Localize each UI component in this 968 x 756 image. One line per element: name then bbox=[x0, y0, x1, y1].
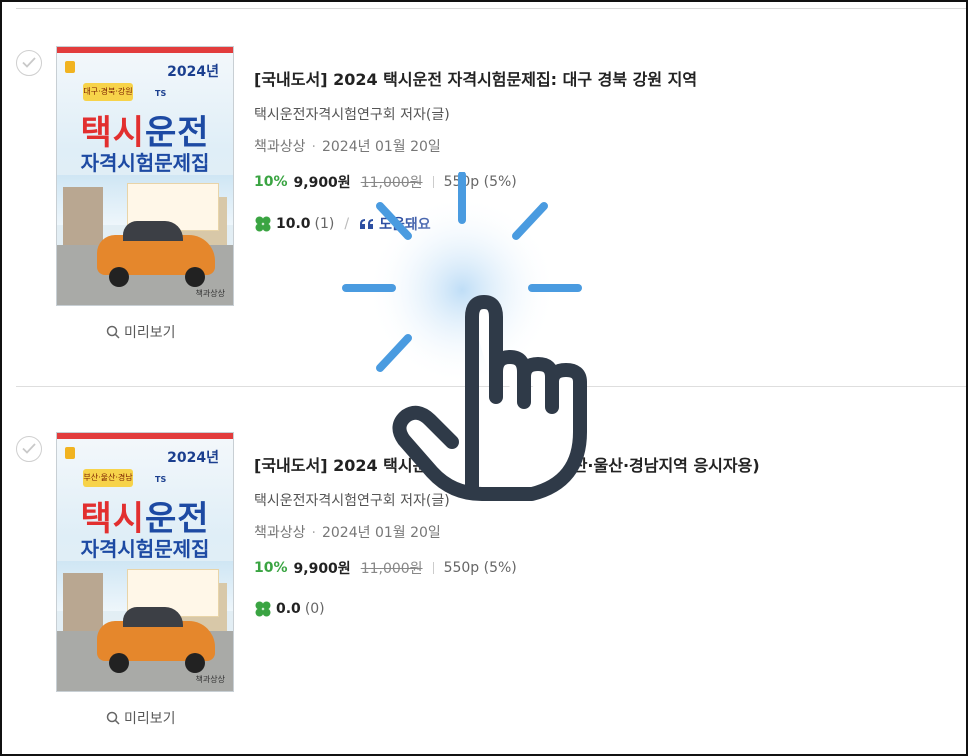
divider bbox=[432, 176, 434, 188]
publisher-name[interactable]: 책과상상 bbox=[254, 525, 306, 541]
preview-link[interactable]: 미리보기 bbox=[106, 708, 176, 728]
price-row: 10% 9,900원 11,000원 550p (5%) bbox=[254, 558, 946, 578]
cover-badge-icon bbox=[65, 447, 75, 459]
cover-publisher: 책과상상 bbox=[195, 289, 225, 298]
cover-region-tag: 부산·울산·경남 bbox=[83, 469, 133, 487]
publish-date: 2024년 01월 20일 bbox=[321, 139, 441, 155]
sale-price: 9,900원 bbox=[293, 561, 351, 577]
original-price: 11,000원 bbox=[360, 561, 423, 577]
divider bbox=[16, 386, 966, 387]
publisher-date: 책과상상 · 2024년 01월 20일 bbox=[254, 525, 441, 541]
publish-date: 2024년 01월 20일 bbox=[321, 525, 441, 541]
discount-rate: 10% bbox=[254, 174, 288, 190]
list-item: 2024년 부산·울산·경남 TS 택시운전 자격시험문제집 책과상상 미리보기… bbox=[2, 402, 966, 754]
rating-row: 10.0 (1) / 도움돼요 bbox=[254, 214, 946, 234]
cover-subtitle: 자격시험문제집 bbox=[80, 537, 210, 561]
list-item: 2024년 대구·경북·강원 TS 택시운전 자격시험문제집 책과상상 미리보기… bbox=[2, 16, 966, 386]
cover-brand: TS bbox=[155, 475, 167, 484]
check-icon bbox=[22, 57, 36, 68]
sale-price: 9,900원 bbox=[293, 175, 351, 191]
cover-stripe bbox=[57, 433, 233, 439]
book-cover[interactable]: 2024년 대구·경북·강원 TS 택시운전 자격시험문제집 책과상상 bbox=[56, 46, 234, 306]
book-title-link[interactable]: [국내도서] 2024 택시운전 자격시험문제집(부산·울산·경남지역 응시자용… bbox=[254, 452, 946, 476]
book-cover[interactable]: 2024년 부산·울산·경남 TS 택시운전 자격시험문제집 책과상상 bbox=[56, 432, 234, 692]
book-author[interactable]: 택시운전자격시험연구회 저자(글) bbox=[254, 104, 946, 124]
cover-publisher: 책과상상 bbox=[195, 675, 225, 684]
rating-count[interactable]: (0) bbox=[305, 601, 325, 617]
divider bbox=[16, 8, 966, 9]
review-helpful-link[interactable]: 도움돼요 bbox=[379, 214, 431, 234]
rating-score: 10.0 bbox=[276, 216, 311, 232]
select-checkbox[interactable] bbox=[16, 50, 42, 76]
cover-stripe bbox=[57, 47, 233, 53]
separator: / bbox=[344, 216, 350, 232]
preview-label: 미리보기 bbox=[124, 711, 176, 727]
select-checkbox[interactable] bbox=[16, 436, 42, 462]
divider bbox=[432, 562, 434, 574]
book-list-frame: 2024년 대구·경북·강원 TS 택시운전 자격시험문제집 책과상상 미리보기… bbox=[0, 0, 968, 756]
preview-link[interactable]: 미리보기 bbox=[106, 322, 176, 342]
clover-icon bbox=[255, 601, 271, 617]
cover-brand: TS bbox=[155, 89, 167, 98]
rating-score: 0.0 bbox=[276, 601, 301, 617]
book-info: [국내도서] 2024 택시운전 자격시험문제집: 대구 경북 강원 지역 택시… bbox=[254, 66, 946, 234]
preview-label: 미리보기 bbox=[124, 325, 176, 341]
search-icon bbox=[106, 325, 120, 339]
cover-badge-icon bbox=[65, 61, 75, 73]
cover-region-tag: 대구·경북·강원 bbox=[83, 83, 133, 101]
search-icon bbox=[106, 711, 120, 725]
clover-icon bbox=[255, 216, 271, 232]
price-row: 10% 9,900원 11,000원 550p (5%) bbox=[254, 172, 946, 192]
cover-year: 2024년 bbox=[167, 450, 219, 466]
reward-points: 550p (5%) bbox=[443, 174, 517, 190]
publisher-date: 책과상상 · 2024년 01월 20일 bbox=[254, 139, 441, 155]
cover-subtitle: 자격시험문제집 bbox=[80, 151, 210, 175]
rating-row: 0.0 (0) bbox=[254, 600, 946, 618]
check-icon bbox=[22, 443, 36, 454]
original-price: 11,000원 bbox=[360, 175, 423, 191]
book-info: [국내도서] 2024 택시운전 자격시험문제집(부산·울산·경남지역 응시자용… bbox=[254, 452, 946, 618]
book-author[interactable]: 택시운전자격시험연구회 저자(글) bbox=[254, 490, 946, 510]
reward-points: 550p (5%) bbox=[443, 560, 517, 576]
publisher-name[interactable]: 책과상상 bbox=[254, 139, 306, 155]
discount-rate: 10% bbox=[254, 560, 288, 576]
quote-icon bbox=[360, 219, 374, 229]
book-title-link[interactable]: [국내도서] 2024 택시운전 자격시험문제집: 대구 경북 강원 지역 bbox=[254, 66, 946, 90]
cover-year: 2024년 bbox=[167, 64, 219, 80]
rating-count[interactable]: (1) bbox=[315, 216, 335, 232]
